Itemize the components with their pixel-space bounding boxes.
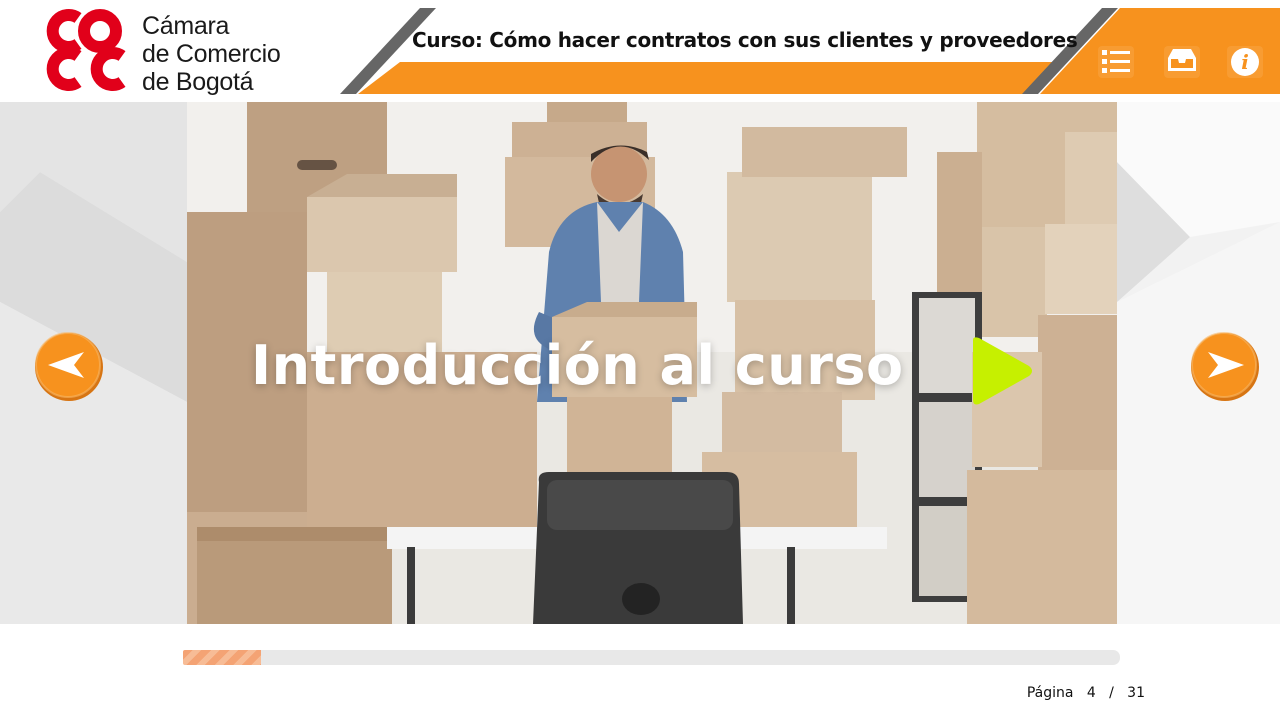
slide-viewport: Introducción al curso	[187, 102, 1117, 624]
progress-bar	[183, 650, 1120, 665]
menu-button[interactable]	[1094, 40, 1138, 84]
current-page: 4	[1086, 685, 1096, 701]
progress-fill	[183, 650, 261, 665]
course-title: Curso: Cómo hacer contratos con sus clie…	[412, 28, 1078, 52]
brand-logo: Cámara de Comercio de Bogotá	[40, 6, 320, 96]
header: Cámara de Comercio de Bogotá Curso: Cómo…	[0, 0, 1280, 102]
page-indicator: Página 4 / 31	[1027, 685, 1145, 701]
total-pages: 31	[1127, 685, 1145, 701]
brand-line-3: de Bogotá	[142, 68, 254, 96]
svg-text:i: i	[1241, 50, 1249, 74]
slide-title: Introducción al curso	[251, 334, 904, 397]
inbox-tray-icon	[1164, 46, 1200, 78]
info-icon: i	[1227, 46, 1263, 78]
page-separator: /	[1109, 685, 1114, 701]
info-button[interactable]: i	[1223, 40, 1267, 84]
resources-button[interactable]	[1160, 40, 1204, 84]
brand-name: Cámara de Comercio de Bogotá	[142, 12, 281, 96]
menu-list-icon	[1098, 46, 1134, 78]
play-icon	[973, 337, 1032, 405]
brand-line-2: de Comercio	[142, 40, 281, 68]
ccb-logo-mark-icon	[46, 9, 126, 91]
next-button[interactable]	[1188, 330, 1262, 404]
previous-button[interactable]	[32, 330, 106, 404]
play-button[interactable]	[969, 336, 1033, 406]
page-label: Página	[1026, 685, 1074, 701]
brand-line-1: Cámara	[142, 12, 230, 40]
